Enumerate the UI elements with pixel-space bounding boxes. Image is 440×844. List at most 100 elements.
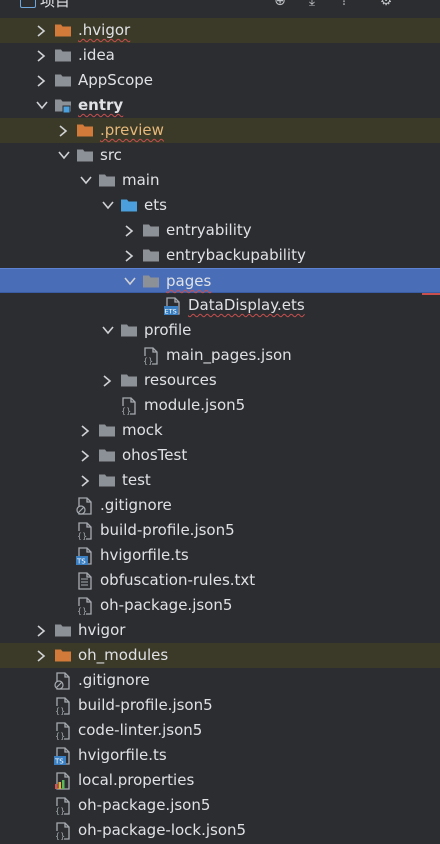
tree-row[interactable]: .preview <box>0 118 440 143</box>
tree-row[interactable]: entry <box>0 93 440 118</box>
svg-text:{}: {} <box>55 707 65 716</box>
folder-orange-icon <box>76 122 94 139</box>
tree-item-label: profile <box>144 321 192 339</box>
gitignore-file-icon <box>76 497 94 515</box>
tree-item-label: AppScope <box>78 71 153 89</box>
tree-item-label: build-profile.json5 <box>78 696 213 714</box>
tree-row[interactable]: .idea <box>0 43 440 68</box>
chevron-right-icon[interactable] <box>78 468 94 493</box>
chevron-right-icon[interactable] <box>100 368 116 393</box>
gear-icon[interactable]: ⚙ <box>378 0 394 9</box>
tree-row[interactable]: {} code-linter.json5 <box>0 718 440 743</box>
tree-row[interactable]: oh_modules <box>0 643 440 668</box>
properties-file-icon <box>54 772 72 790</box>
tree-item-label: oh_modules <box>78 646 169 664</box>
folder-icon <box>120 322 138 339</box>
chevron-right-icon[interactable] <box>34 18 50 43</box>
tree-item-label: main_pages.json <box>166 346 292 364</box>
folder-orange-icon <box>54 22 72 39</box>
tree-row[interactable]: src <box>0 143 440 168</box>
folder-icon <box>98 422 116 439</box>
tree-row[interactable]: ohosTest <box>0 443 440 468</box>
tree-row[interactable]: TS hvigorfile.ts <box>0 743 440 768</box>
svg-text:{}: {} <box>55 732 65 741</box>
chevron-down-icon[interactable] <box>78 168 94 193</box>
tree-item-label: oh-package.json5 <box>100 596 233 614</box>
json-file-icon: {} <box>120 397 138 416</box>
project-icon[interactable] <box>20 0 36 8</box>
svg-text:TS: TS <box>76 558 86 566</box>
svg-text:ETS: ETS <box>165 308 177 316</box>
chevron-right-icon[interactable] <box>34 643 50 668</box>
tree-row[interactable]: resources <box>0 368 440 393</box>
tree-item-label: oh-package-lock.json5 <box>78 821 247 839</box>
tree-row[interactable]: {} oh-package.json5 <box>0 793 440 818</box>
svg-text:{}: {} <box>143 357 153 366</box>
json-file-icon: {} <box>54 822 72 841</box>
chevron-down-icon[interactable] <box>100 193 116 218</box>
chevron-right-icon[interactable] <box>78 418 94 443</box>
tree-row[interactable]: mock <box>0 418 440 443</box>
tree-item-label: ohosTest <box>122 446 188 464</box>
tree-row[interactable]: test <box>0 468 440 493</box>
tree-row[interactable]: obfuscation-rules.txt <box>0 568 440 593</box>
chevron-right-icon[interactable] <box>34 68 50 93</box>
text-file-icon <box>76 572 94 590</box>
tree-row[interactable]: hvigor <box>0 618 440 643</box>
chevron-right-icon[interactable] <box>34 43 50 68</box>
project-toolbar: 项目 ⊕ ⤓ ⇡ ⚙ <box>0 0 440 18</box>
folder-blue-icon <box>120 197 138 214</box>
tree-row[interactable]: .gitignore <box>0 668 440 693</box>
tree-item-label: src <box>100 146 122 164</box>
tree-row[interactable]: AppScope <box>0 68 440 93</box>
download-icon[interactable]: ⤓ <box>304 0 320 9</box>
tree-row[interactable]: .gitignore <box>0 493 440 518</box>
tree-row[interactable]: {} module.json5 <box>0 393 440 418</box>
target-icon[interactable]: ⊕ <box>272 0 288 9</box>
chevron-right-icon[interactable] <box>34 618 50 643</box>
tree-item-label: test <box>122 471 151 489</box>
collapse-icon[interactable]: ⇡ <box>336 0 352 9</box>
project-view-title[interactable]: 项目 <box>40 0 70 11</box>
chevron-right-icon[interactable] <box>122 243 138 268</box>
json-file-icon: {} <box>54 722 72 741</box>
module-folder-icon <box>54 97 72 114</box>
chevron-right-icon[interactable] <box>78 443 94 468</box>
ts-file-icon: TS <box>76 547 94 566</box>
tree-row[interactable]: local.properties <box>0 768 440 793</box>
chevron-down-icon[interactable] <box>100 318 116 343</box>
chevron-right-icon[interactable] <box>122 218 138 243</box>
chevron-down-icon[interactable] <box>56 143 72 168</box>
tree-item-label: .hvigor <box>78 21 131 39</box>
tree-item-label: oh-package.json5 <box>78 796 211 814</box>
tree-row[interactable]: main <box>0 168 440 193</box>
chevron-right-icon[interactable] <box>56 118 72 143</box>
tree-row[interactable]: pages <box>0 268 440 295</box>
tree-row[interactable]: entrybackupability <box>0 243 440 268</box>
folder-icon <box>142 273 160 290</box>
tree-row[interactable]: entryability <box>0 218 440 243</box>
tree-item-label: .idea <box>78 46 115 64</box>
folder-icon <box>120 372 138 389</box>
tree-row[interactable]: profile <box>0 318 440 343</box>
tree-item-label: hvigorfile.ts <box>78 746 167 764</box>
chevron-down-icon[interactable] <box>34 93 50 118</box>
chevron-down-icon[interactable] <box>122 269 138 294</box>
json-file-icon: {} <box>76 597 94 616</box>
tree-row[interactable]: TS hvigorfile.ts <box>0 543 440 568</box>
tree-item-label: .gitignore <box>78 671 150 689</box>
tree-row[interactable]: {} build-profile.json5 <box>0 518 440 543</box>
tree-row[interactable]: {} main_pages.json <box>0 343 440 368</box>
tree-item-label: code-linter.json5 <box>78 721 203 739</box>
folder-icon <box>98 447 116 464</box>
tree-row[interactable]: .hvigor <box>0 18 440 43</box>
tree-row[interactable]: {} build-profile.json5 <box>0 693 440 718</box>
folder-icon <box>54 47 72 64</box>
tree-row[interactable]: {} oh-package-lock.json5 <box>0 818 440 843</box>
json-file-icon: {} <box>54 797 72 816</box>
tree-row[interactable]: ETS DataDisplay.ets <box>0 293 440 318</box>
ts-file-icon: TS <box>54 747 72 766</box>
tree-row[interactable]: {} oh-package.json5 <box>0 593 440 618</box>
tree-row[interactable]: ets <box>0 193 440 218</box>
folder-icon <box>142 247 160 264</box>
